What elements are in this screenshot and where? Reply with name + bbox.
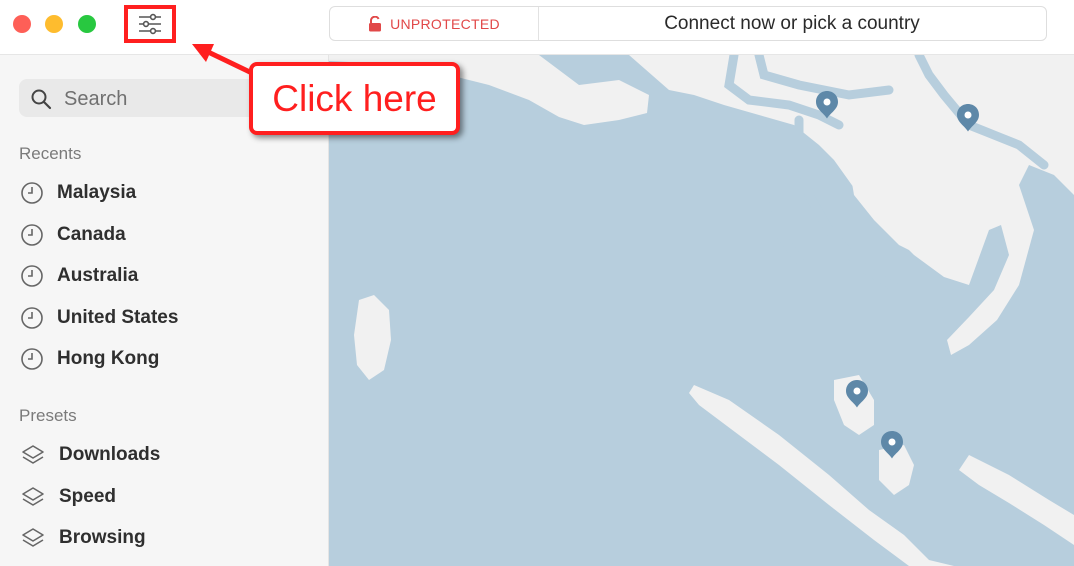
recent-item-label: Australia <box>57 265 139 286</box>
preset-item-label: Browsing <box>59 527 146 548</box>
clock-icon <box>21 265 43 287</box>
preset-item-label: Downloads <box>59 444 161 465</box>
recent-item-label: Malaysia <box>57 182 137 203</box>
layers-icon <box>22 445 44 464</box>
close-window-button[interactable] <box>13 15 31 33</box>
zoom-window-button[interactable] <box>78 15 96 33</box>
preset-item-speed[interactable]: Speed <box>20 482 116 512</box>
clock-icon <box>21 307 43 329</box>
recent-item-canada[interactable]: Canada <box>20 220 126 250</box>
recent-item-malaysia[interactable]: Malaysia <box>20 178 136 208</box>
preset-item-browsing[interactable]: Browsing <box>20 523 146 553</box>
protection-status[interactable]: UNPROTECTED <box>330 7 539 40</box>
minimize-window-button[interactable] <box>45 15 63 33</box>
sliders-icon <box>139 13 161 35</box>
presets-heading: Presets <box>19 406 77 425</box>
recent-item-label: United States <box>57 307 179 328</box>
recent-item-australia[interactable]: Australia <box>20 261 138 291</box>
connection-bar: UNPROTECTED Connect now or pick a countr… <box>329 6 1047 41</box>
protection-status-label: UNPROTECTED <box>390 15 500 32</box>
connect-button-label: Connect now or pick a country <box>664 12 920 34</box>
clock-icon <box>21 224 43 246</box>
recent-item-hong-kong[interactable]: Hong Kong <box>20 344 159 374</box>
recent-item-label: Hong Kong <box>57 348 160 369</box>
annotation-arrow-icon <box>192 44 257 77</box>
clock-icon <box>21 348 43 370</box>
search-icon <box>31 89 52 110</box>
recent-item-label: Canada <box>57 224 126 245</box>
filter-settings-button[interactable] <box>124 5 176 43</box>
connect-button[interactable]: Connect now or pick a country <box>538 7 1046 40</box>
layers-icon <box>22 487 44 506</box>
preset-item-label: Speed <box>59 486 117 507</box>
click-here-callout: Click here <box>249 62 460 135</box>
preset-item-downloads[interactable]: Downloads <box>20 440 160 470</box>
clock-icon <box>21 182 43 204</box>
title-bar: UNPROTECTED Connect now or pick a countr… <box>0 0 1074 55</box>
layers-icon <box>22 528 44 547</box>
recent-item-united-states[interactable]: United States <box>20 303 178 333</box>
unlocked-padlock-icon <box>369 15 382 31</box>
recents-heading: Recents <box>19 144 82 163</box>
